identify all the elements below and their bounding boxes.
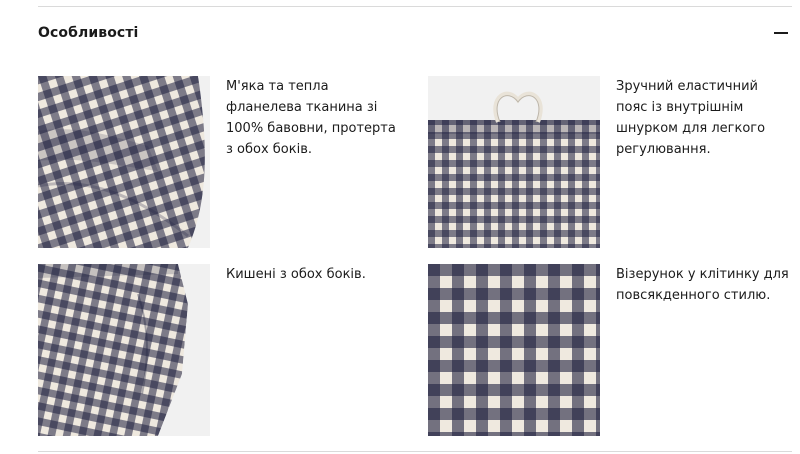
feature-image [38, 264, 210, 436]
feature-image [428, 76, 600, 248]
feature-description: Кишені з обох боків. [226, 267, 366, 282]
features-accordion-header[interactable]: Особливості [38, 20, 788, 46]
feature-image [428, 264, 600, 436]
side-pocket-icon [38, 264, 210, 436]
section-title: Особливості [38, 25, 139, 41]
section-bottom-divider [38, 451, 792, 452]
minus-icon[interactable] [774, 26, 788, 40]
section-top-divider [38, 6, 792, 7]
waistband-drawstring-icon [428, 76, 600, 248]
check-pattern-icon [428, 264, 600, 436]
feature-item: М'яка та тепла фланелева тканина зі 100%… [38, 76, 398, 248]
feature-item: Візерунок у клітинку для повсякденного с… [428, 264, 789, 436]
feature-image [38, 76, 210, 248]
gingham-fabric-icon [38, 76, 210, 248]
feature-item: Кишені з обох боків. [38, 264, 398, 436]
feature-description: М'яка та тепла фланелева тканина зі 100%… [226, 79, 396, 157]
feature-description: Візерунок у клітинку для повсякденного с… [616, 267, 789, 303]
feature-item: Зручний еластичний пояс із внутрішнім шн… [428, 76, 788, 248]
feature-description: Зручний еластичний пояс із внутрішнім шн… [616, 79, 766, 157]
